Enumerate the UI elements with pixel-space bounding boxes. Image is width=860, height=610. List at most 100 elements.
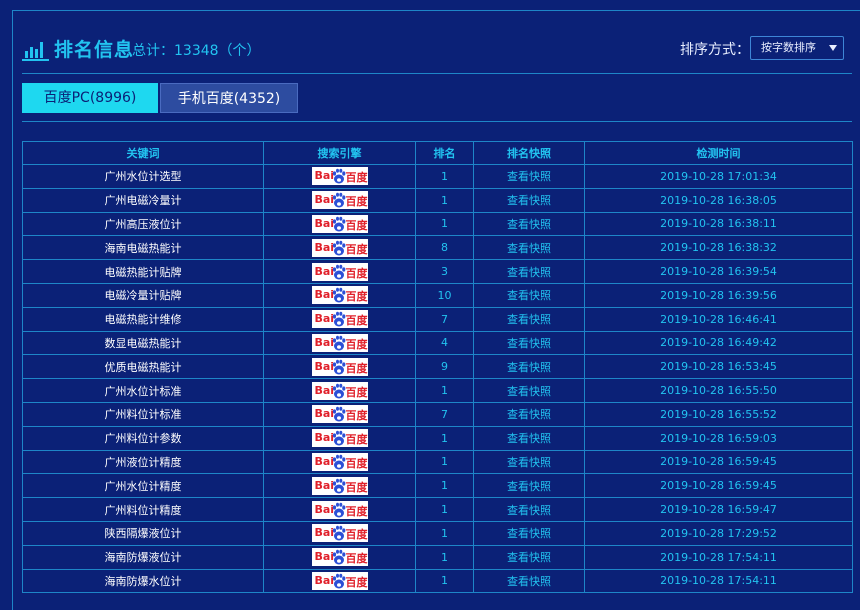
snapshot-link[interactable]: 查看快照 <box>473 401 585 427</box>
rank-cell: 1 <box>415 164 474 189</box>
time-cell: 2019-10-28 16:38:11 <box>584 211 853 237</box>
baidu-paw-icon <box>332 169 345 184</box>
baidu-paw-icon <box>332 430 345 446</box>
snapshot-link[interactable]: 查看快照 <box>473 378 585 403</box>
column-header-engine: 搜索引擎 <box>263 141 416 165</box>
tabs-divider <box>22 121 852 122</box>
rank-cell: 7 <box>415 401 474 427</box>
rank-cell: 8 <box>415 235 474 261</box>
rank-cell: 1 <box>415 187 474 213</box>
baidu-logo: Bai 百度 <box>311 452 368 471</box>
baidu-logo: Bai 百度 <box>311 357 368 376</box>
time-cell: 2019-10-28 16:39:56 <box>584 282 853 308</box>
baidu-logo-text: 百度 <box>345 528 368 542</box>
engine-cell: Bai 百度 <box>263 187 416 213</box>
baidu-logo-text: 百度 <box>345 337 368 351</box>
snapshot-link[interactable]: 查看快照 <box>473 473 585 499</box>
time-cell: 2019-10-28 17:01:34 <box>584 164 853 189</box>
baidu-logo: Bai 百度 <box>311 476 368 495</box>
snapshot-link[interactable]: 查看快照 <box>473 306 585 332</box>
table-row: 广州水位计选型 Bai 百度 1 查看快照 2019-10-28 17:01:3… <box>22 164 853 189</box>
time-cell: 2019-10-28 16:53:45 <box>584 354 853 380</box>
table-row: 海南电磁热能计 Bai 百度 8 查看快照 2019-10-28 16:38:3… <box>22 235 853 261</box>
engine-cell: Bai 百度 <box>263 520 416 546</box>
table-row: 广州料位计参数 Bai 百度 1 查看快照 2019-10-28 16:59:0… <box>22 425 853 451</box>
engine-cell: Bai 百度 <box>263 473 416 499</box>
ranking-table: 关键词 搜索引擎 排名 排名快照 检测时间 广州水位计选型 Bai 百度 1 查… <box>22 141 853 594</box>
snapshot-link[interactable]: 查看快照 <box>473 497 585 522</box>
snapshot-link[interactable]: 查看快照 <box>473 449 585 475</box>
baidu-logo-text: 百度 <box>345 385 368 399</box>
table-row: 广州电磁冷量计 Bai 百度 1 查看快照 2019-10-28 16:38:0… <box>22 187 853 213</box>
table-row: 广州料位计标准 Bai 百度 7 查看快照 2019-10-28 16:55:5… <box>22 401 853 427</box>
column-header-rank: 排名 <box>415 141 474 165</box>
table-row: 广州液位计精度 Bai 百度 1 查看快照 2019-10-28 16:59:4… <box>22 449 853 475</box>
snapshot-link[interactable]: 查看快照 <box>473 259 585 284</box>
baidu-logo-text: 百度 <box>345 218 368 232</box>
baidu-paw-icon <box>332 549 345 565</box>
baidu-paw-icon <box>332 502 345 518</box>
tab-baidu-pc[interactable]: 百度PC(8996) <box>22 83 158 113</box>
chevron-down-icon <box>829 45 837 51</box>
snapshot-link[interactable]: 查看快照 <box>473 330 585 356</box>
baidu-logo-text: 百度 <box>345 433 368 447</box>
baidu-logo-text: 百度 <box>345 552 368 566</box>
keyword-cell: 广州料位计标准 <box>22 401 264 427</box>
rank-cell: 10 <box>415 282 474 308</box>
keyword-cell: 优质电磁热能计 <box>22 354 264 380</box>
table-row: 电磁冷量计贴牌 Bai 百度 10 查看快照 2019-10-28 16:39:… <box>22 282 853 308</box>
rank-cell: 1 <box>415 520 474 546</box>
rank-cell: 1 <box>415 449 474 475</box>
snapshot-link[interactable]: 查看快照 <box>473 354 585 380</box>
baidu-logo: Bai 百度 <box>311 405 368 424</box>
baidu-logo: Bai 百度 <box>311 238 368 257</box>
tab-mobile-baidu[interactable]: 手机百度(4352) <box>160 83 298 113</box>
baidu-paw-icon <box>332 359 345 375</box>
snapshot-link[interactable]: 查看快照 <box>473 164 585 189</box>
column-header-time: 检测时间 <box>584 141 853 165</box>
engine-cell: Bai 百度 <box>263 449 416 475</box>
rank-cell: 1 <box>415 473 474 499</box>
baidu-logo: Bai 百度 <box>311 310 368 329</box>
rank-cell: 9 <box>415 354 474 380</box>
rank-cell: 7 <box>415 306 474 332</box>
table-row: 广州料位计精度 Bai 百度 1 查看快照 2019-10-28 16:59:4… <box>22 497 853 522</box>
engine-cell: Bai 百度 <box>263 235 416 261</box>
bar-chart-icon <box>22 42 49 61</box>
keyword-cell: 广州水位计选型 <box>22 164 264 189</box>
time-cell: 2019-10-28 16:38:32 <box>584 235 853 261</box>
baidu-paw-icon <box>332 192 345 208</box>
snapshot-link[interactable]: 查看快照 <box>473 187 585 213</box>
table-row: 海南防爆水位计 Bai 百度 1 查看快照 2019-10-28 17:54:1… <box>22 568 853 594</box>
baidu-logo: Bai 百度 <box>311 191 368 210</box>
baidu-logo: Bai 百度 <box>311 500 368 519</box>
baidu-paw-icon <box>332 383 345 399</box>
snapshot-link[interactable]: 查看快照 <box>473 544 585 570</box>
snapshot-link[interactable]: 查看快照 <box>473 235 585 261</box>
time-cell: 2019-10-28 16:46:41 <box>584 306 853 332</box>
baidu-logo-text: 百度 <box>345 314 368 328</box>
keyword-cell: 广州电磁冷量计 <box>22 187 264 213</box>
baidu-paw-icon <box>332 454 345 470</box>
snapshot-link[interactable]: 查看快照 <box>473 425 585 451</box>
engine-cell: Bai 百度 <box>263 568 416 594</box>
baidu-paw-icon <box>332 573 345 589</box>
engine-cell: Bai 百度 <box>263 259 416 284</box>
engine-cell: Bai 百度 <box>263 425 416 451</box>
time-cell: 2019-10-28 16:39:54 <box>584 259 853 284</box>
snapshot-link[interactable]: 查看快照 <box>473 520 585 546</box>
engine-cell: Bai 百度 <box>263 401 416 427</box>
snapshot-link[interactable]: 查看快照 <box>473 282 585 308</box>
engine-cell: Bai 百度 <box>263 211 416 237</box>
baidu-paw-icon <box>332 240 345 256</box>
baidu-logo: Bai 百度 <box>311 381 368 400</box>
snapshot-link[interactable]: 查看快照 <box>473 211 585 237</box>
time-cell: 2019-10-28 17:29:52 <box>584 520 853 546</box>
baidu-logo: Bai 百度 <box>311 571 368 590</box>
baidu-logo: Bai 百度 <box>311 262 368 281</box>
sort-select[interactable]: 按字数排序 <box>750 36 844 60</box>
keyword-cell: 广州料位计参数 <box>22 425 264 451</box>
snapshot-link[interactable]: 查看快照 <box>473 568 585 594</box>
table-row: 优质电磁热能计 Bai 百度 9 查看快照 2019-10-28 16:53:4… <box>22 354 853 380</box>
baidu-logo: Bai 百度 <box>311 333 368 352</box>
